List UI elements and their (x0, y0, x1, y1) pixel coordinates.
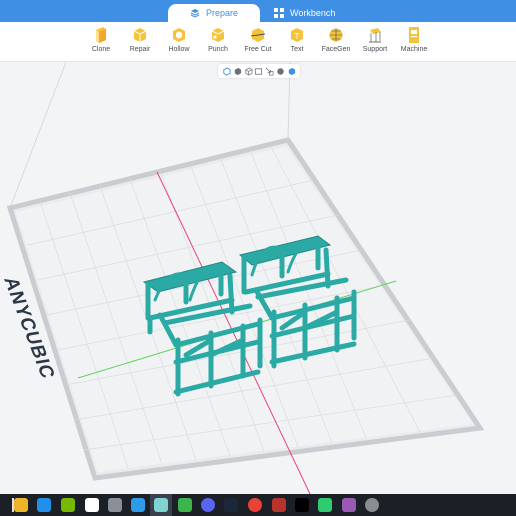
shaded-view-icon[interactable] (233, 67, 242, 76)
toolbar: Clone Repair Hollow Punch Free Cut T Tex… (0, 22, 516, 62)
clone-label: Clone (91, 46, 111, 53)
support-icon (369, 28, 381, 43)
tab-workbench-label: Workbench (290, 8, 336, 18)
blue-cube-icon[interactable] (287, 67, 296, 76)
play-icon[interactable] (178, 498, 192, 512)
slicer-icon[interactable] (154, 498, 168, 512)
3d-viewport[interactable]: ANYCUBIC (0, 62, 516, 494)
svg-text:T: T (295, 32, 300, 41)
hollow-icon (173, 28, 185, 42)
cube-view-icon[interactable] (222, 66, 231, 76)
n-app-icon[interactable] (131, 498, 145, 512)
clone-icon (96, 27, 106, 43)
tab-prepare-label: Prepare (205, 8, 239, 18)
view-controls (218, 64, 300, 78)
nvidia-icon[interactable] (61, 498, 75, 512)
file-explorer-icon[interactable] (14, 498, 28, 512)
machine-button[interactable]: Machine (394, 26, 434, 60)
facegen-icon (329, 28, 343, 42)
box-view-icon[interactable] (254, 67, 263, 76)
windows-taskbar (0, 494, 516, 516)
store-icon[interactable] (37, 498, 51, 512)
filezilla-icon[interactable] (272, 498, 286, 512)
dirt-icon[interactable] (295, 498, 309, 512)
free-cut-label: Free Cut (244, 46, 272, 53)
machine-icon (409, 27, 419, 43)
free-cut-button[interactable]: Free Cut (238, 26, 278, 60)
steam-icon[interactable] (224, 498, 238, 512)
purple-app-icon[interactable] (342, 498, 356, 512)
top-tab-bar: Prepare Workbench (0, 0, 516, 22)
text-label: Text (290, 46, 304, 53)
disk-icon[interactable] (108, 498, 122, 512)
punch-label: Punch (208, 46, 228, 53)
clone-button[interactable]: Clone (81, 26, 121, 60)
chat-icon[interactable] (318, 498, 332, 512)
punch-icon (211, 28, 225, 42)
chrome-icon[interactable] (248, 498, 262, 512)
machine-label: Machine (400, 46, 428, 53)
repair-button[interactable]: Repair (120, 26, 160, 60)
support-button[interactable]: Support (355, 26, 395, 60)
layers-icon (190, 9, 200, 18)
facegen-button[interactable]: FaceGen (316, 26, 356, 60)
hollow-label: Hollow (168, 46, 190, 53)
app-icon[interactable] (85, 498, 99, 512)
text-icon: T (291, 28, 303, 42)
sphere-view-icon[interactable] (276, 67, 285, 76)
free-cut-icon (250, 28, 266, 42)
tab-workbench[interactable]: Workbench (262, 4, 362, 22)
text-button[interactable]: T Text (277, 26, 317, 60)
punch-button[interactable]: Punch (198, 26, 238, 60)
repair-label: Repair (129, 46, 151, 53)
facegen-label: FaceGen (321, 46, 351, 53)
hollow-button[interactable]: Hollow (159, 26, 199, 60)
utility-icon[interactable] (365, 498, 379, 512)
build-plate-scene (6, 62, 485, 494)
discord-icon[interactable] (201, 498, 215, 512)
fit-view-icon[interactable] (265, 67, 274, 76)
wireframe-view-icon[interactable] (244, 66, 253, 76)
repair-icon (133, 28, 147, 42)
grid-icon (274, 8, 284, 18)
tab-prepare[interactable]: Prepare (168, 4, 260, 22)
support-label: Support (362, 46, 388, 53)
